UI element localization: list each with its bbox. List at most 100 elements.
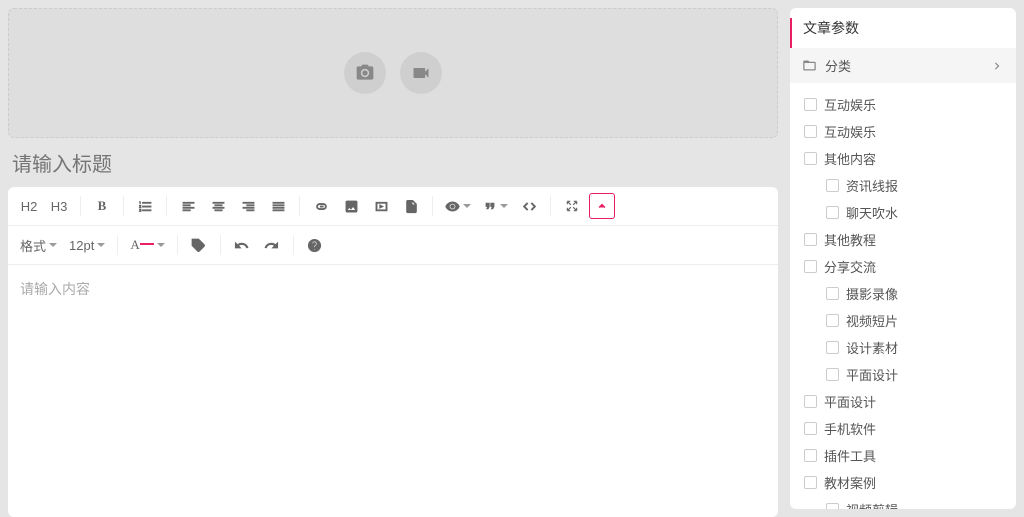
- category-section-label: 分类: [825, 56, 851, 75]
- heading2-button[interactable]: H2: [16, 193, 42, 219]
- format-dropdown[interactable]: 格式: [16, 232, 61, 258]
- category-child-item[interactable]: 视频短片: [826, 307, 1016, 334]
- file-button[interactable]: [398, 193, 424, 219]
- chevron-right-icon: [990, 59, 1004, 73]
- upload-video-button[interactable]: [400, 52, 442, 94]
- category-item[interactable]: 互动娱乐: [804, 91, 1016, 118]
- category-label: 其他教程: [824, 230, 876, 249]
- camera-icon: [355, 63, 375, 83]
- checkbox[interactable]: [804, 233, 817, 246]
- toolbar-divider: [293, 235, 294, 255]
- align-center-button[interactable]: [205, 193, 231, 219]
- checkbox[interactable]: [826, 314, 839, 327]
- toolbar-divider: [123, 196, 124, 216]
- checkbox[interactable]: [804, 422, 817, 435]
- category-item[interactable]: 互动娱乐: [804, 118, 1016, 145]
- video-icon: [411, 63, 431, 83]
- category-label: 聊天吹水: [846, 203, 898, 222]
- checkbox[interactable]: [826, 206, 839, 219]
- help-button[interactable]: [302, 232, 328, 258]
- category-label: 手机软件: [824, 419, 876, 438]
- category-label: 摄影录像: [846, 284, 898, 303]
- toolbar-divider: [550, 196, 551, 216]
- category-section-header[interactable]: 分类: [790, 48, 1016, 83]
- toolbar-divider: [432, 196, 433, 216]
- toolbar-row-1: H2 H3 B: [8, 187, 778, 226]
- fullscreen-button[interactable]: [559, 193, 585, 219]
- checkbox[interactable]: [826, 341, 839, 354]
- category-label: 资讯线报: [846, 176, 898, 195]
- checkbox[interactable]: [804, 125, 817, 138]
- category-label: 平面设计: [824, 392, 876, 411]
- toolbar-divider: [299, 196, 300, 216]
- collapse-button[interactable]: [589, 193, 615, 219]
- media-dropzone[interactable]: [8, 8, 778, 138]
- toolbar-divider: [117, 235, 118, 255]
- preview-dropdown[interactable]: [441, 193, 475, 219]
- category-label: 其他内容: [824, 149, 876, 168]
- toolbar-divider: [166, 196, 167, 216]
- category-child-item[interactable]: 视频剪辑: [826, 496, 1016, 509]
- category-item[interactable]: 其他内容: [804, 145, 1016, 172]
- category-label: 平面设计: [846, 365, 898, 384]
- rich-editor: H2 H3 B: [8, 187, 778, 517]
- category-item[interactable]: 手机软件: [804, 415, 1016, 442]
- category-label: 视频剪辑: [846, 500, 898, 509]
- code-button[interactable]: [516, 193, 542, 219]
- checkbox[interactable]: [826, 179, 839, 192]
- category-item[interactable]: 其他教程: [804, 226, 1016, 253]
- tag-button[interactable]: [186, 232, 212, 258]
- category-item[interactable]: 教材案例: [804, 469, 1016, 496]
- category-label: 设计素材: [846, 338, 898, 357]
- folder-open-icon: [802, 58, 817, 73]
- category-label: 教材案例: [824, 473, 876, 492]
- upload-photo-button[interactable]: [344, 52, 386, 94]
- checkbox[interactable]: [804, 395, 817, 408]
- sidebar-title: 文章参数: [790, 18, 1016, 48]
- category-child-item[interactable]: 摄影录像: [826, 280, 1016, 307]
- category-item[interactable]: 分享交流: [804, 253, 1016, 280]
- category-tree: 互动娱乐互动娱乐其他内容资讯线报聊天吹水其他教程分享交流摄影录像视频短片设计素材…: [790, 83, 1016, 509]
- category-label: 互动娱乐: [824, 95, 876, 114]
- category-child-item[interactable]: 聊天吹水: [826, 199, 1016, 226]
- checkbox[interactable]: [826, 503, 839, 509]
- category-label: 分享交流: [824, 257, 876, 276]
- undo-button[interactable]: [229, 232, 255, 258]
- checkbox[interactable]: [804, 98, 817, 111]
- category-label: 视频短片: [846, 311, 898, 330]
- category-item[interactable]: 平面设计: [804, 388, 1016, 415]
- align-justify-button[interactable]: [265, 193, 291, 219]
- heading3-button[interactable]: H3: [46, 193, 72, 219]
- checkbox[interactable]: [804, 152, 817, 165]
- toolbar-divider: [220, 235, 221, 255]
- media-button[interactable]: [368, 193, 394, 219]
- checkbox[interactable]: [826, 287, 839, 300]
- redo-button[interactable]: [259, 232, 285, 258]
- toolbar-row-2: 格式 12pt A: [8, 226, 778, 265]
- title-input[interactable]: [8, 138, 778, 187]
- toolbar-divider: [177, 235, 178, 255]
- category-label: 插件工具: [824, 446, 876, 465]
- fontsize-dropdown[interactable]: 12pt: [65, 232, 109, 258]
- checkbox[interactable]: [804, 260, 817, 273]
- checkbox[interactable]: [826, 368, 839, 381]
- align-left-button[interactable]: [175, 193, 201, 219]
- image-button[interactable]: [338, 193, 364, 219]
- content-area[interactable]: 请输入内容: [8, 265, 778, 517]
- font-color-button[interactable]: A: [126, 232, 168, 258]
- align-right-button[interactable]: [235, 193, 261, 219]
- bold-button[interactable]: B: [89, 193, 115, 219]
- category-label: 互动娱乐: [824, 122, 876, 141]
- link-button[interactable]: [308, 193, 334, 219]
- category-item[interactable]: 插件工具: [804, 442, 1016, 469]
- checkbox[interactable]: [804, 449, 817, 462]
- category-child-item[interactable]: 资讯线报: [826, 172, 1016, 199]
- checkbox[interactable]: [804, 476, 817, 489]
- main-panel: H2 H3 B: [8, 0, 778, 517]
- category-child-item[interactable]: 平面设计: [826, 361, 1016, 388]
- toolbar-divider: [80, 196, 81, 216]
- category-child-item[interactable]: 设计素材: [826, 334, 1016, 361]
- sidebar: 文章参数 分类 互动娱乐互动娱乐其他内容资讯线报聊天吹水其他教程分享交流摄影录像…: [790, 8, 1016, 509]
- ordered-list-button[interactable]: [132, 193, 158, 219]
- blockquote-button[interactable]: [479, 193, 512, 219]
